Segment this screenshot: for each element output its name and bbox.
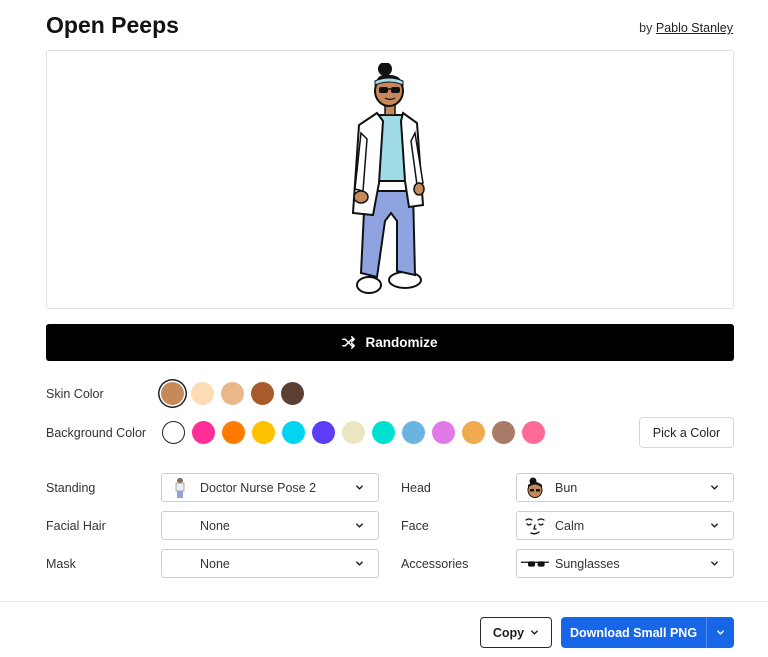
chevron-down-icon xyxy=(531,630,539,635)
pick-a-color-button[interactable]: Pick a Color xyxy=(639,417,734,448)
background-color-swatch[interactable] xyxy=(522,421,545,444)
face-label: Face xyxy=(401,519,429,533)
copy-button[interactable]: Copy xyxy=(480,617,552,648)
peep-illustration xyxy=(351,63,425,294)
background-color-swatches xyxy=(162,421,545,444)
facial-hair-value: None xyxy=(200,518,230,533)
app-title: Open Peeps xyxy=(46,12,179,38)
background-color-swatch[interactable] xyxy=(162,421,185,444)
skin-color-swatch[interactable] xyxy=(221,382,244,405)
skin-color-label: Skin Color xyxy=(46,387,104,401)
chevron-down-icon xyxy=(711,485,718,490)
background-color-swatch[interactable] xyxy=(492,421,515,444)
head-select[interactable]: Bun xyxy=(516,473,734,502)
skin-color-swatch[interactable] xyxy=(161,382,184,405)
calm-face-thumb xyxy=(521,514,549,538)
bun-head-thumb xyxy=(521,476,549,500)
background-color-swatch[interactable] xyxy=(312,421,335,444)
standing-pose-thumb xyxy=(166,476,194,500)
copy-label: Copy xyxy=(492,625,525,640)
head-value: Bun xyxy=(555,480,578,495)
skin-color-swatch[interactable] xyxy=(281,382,304,405)
mask-label: Mask xyxy=(46,557,76,571)
download-split-button: Download Small PNG xyxy=(561,617,734,648)
peep-preview-canvas xyxy=(46,50,734,309)
standing-value: Doctor Nurse Pose 2 xyxy=(200,480,317,495)
chevron-down-icon xyxy=(356,523,363,528)
background-color-swatch[interactable] xyxy=(462,421,485,444)
chevron-down-icon xyxy=(711,561,718,566)
mask-select[interactable]: None xyxy=(161,549,379,578)
background-color-swatch[interactable] xyxy=(372,421,395,444)
by-prefix: by xyxy=(639,21,653,35)
face-value: Calm xyxy=(555,518,585,533)
skin-color-swatch[interactable] xyxy=(191,382,214,405)
background-color-swatch[interactable] xyxy=(402,421,425,444)
randomize-label: Randomize xyxy=(365,335,438,350)
head-label: Head xyxy=(401,481,431,495)
skin-color-swatch[interactable] xyxy=(251,382,274,405)
background-color-label: Background Color xyxy=(46,426,147,440)
sunglasses-thumb xyxy=(521,552,549,576)
facial-hair-label: Facial Hair xyxy=(46,519,106,533)
background-color-swatch[interactable] xyxy=(342,421,365,444)
facial-hair-select[interactable]: None xyxy=(161,511,379,540)
chevron-down-icon xyxy=(711,523,718,528)
accessories-label: Accessories xyxy=(401,557,469,571)
download-label: Download Small PNG xyxy=(569,625,698,640)
chevron-down-icon xyxy=(356,485,363,490)
standing-label: Standing xyxy=(46,481,96,495)
face-select[interactable]: Calm xyxy=(516,511,734,540)
author-link[interactable]: Pablo Stanley xyxy=(656,21,733,35)
shuffle-icon xyxy=(342,336,356,349)
background-color-swatch[interactable] xyxy=(282,421,305,444)
chevron-down-icon xyxy=(717,630,724,635)
skin-color-swatches xyxy=(161,382,304,405)
background-color-swatch[interactable] xyxy=(432,421,455,444)
accessories-select[interactable]: Sunglasses xyxy=(516,549,734,578)
mask-value: None xyxy=(200,556,230,571)
footer-divider xyxy=(0,601,768,602)
author-credit: by Pablo Stanley xyxy=(639,21,733,35)
background-color-swatch[interactable] xyxy=(192,421,215,444)
standing-select[interactable]: Doctor Nurse Pose 2 xyxy=(161,473,379,502)
background-color-swatch[interactable] xyxy=(222,421,245,444)
download-small-png-button[interactable]: Download Small PNG xyxy=(561,617,707,648)
download-options-button[interactable] xyxy=(707,617,734,648)
randomize-button[interactable]: Randomize xyxy=(46,324,734,361)
background-color-swatch[interactable] xyxy=(252,421,275,444)
accessories-value: Sunglasses xyxy=(555,556,620,571)
chevron-down-icon xyxy=(356,561,363,566)
